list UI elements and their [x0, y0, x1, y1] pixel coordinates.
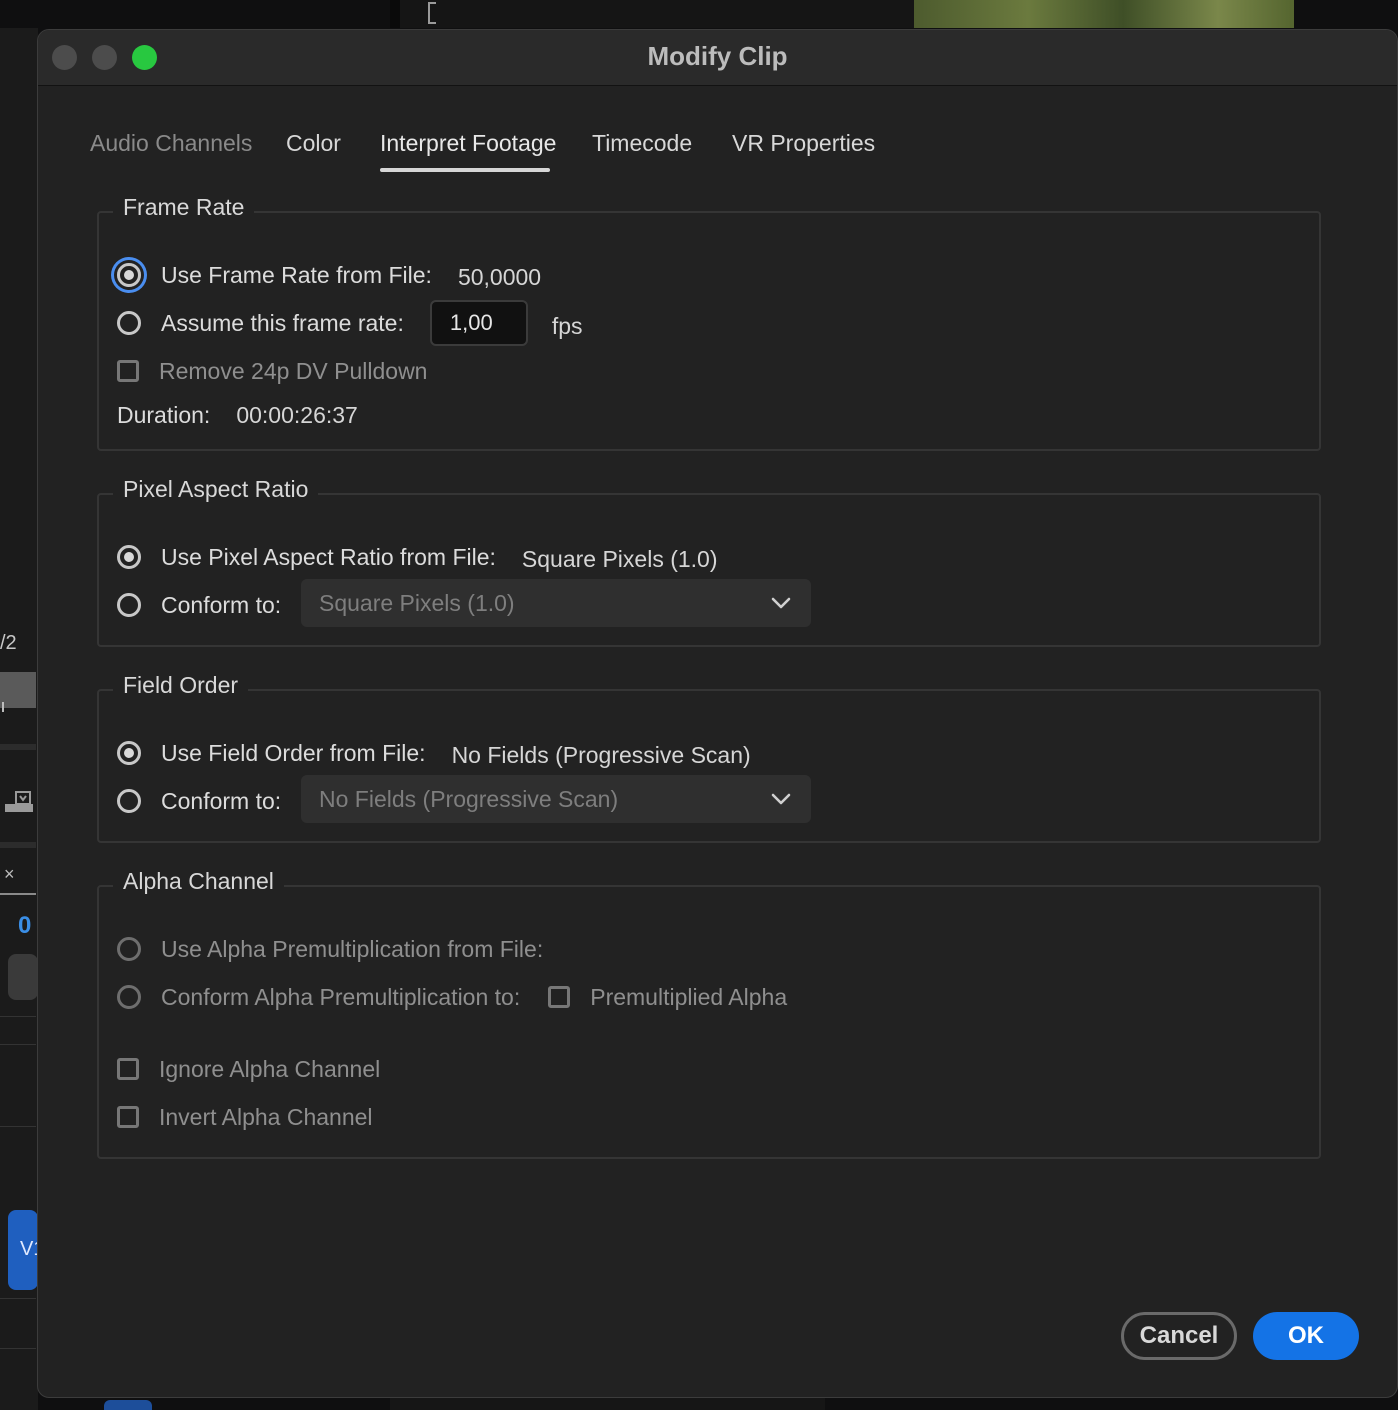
pulldown-row: Remove 24p DV Pulldown: [117, 353, 427, 389]
par-conform-label[interactable]: Conform to:: [161, 592, 281, 619]
export-frame-icon[interactable]: [4, 790, 34, 814]
frame-rate-group: Frame Rate Use Frame Rate from File: 50,…: [97, 194, 1321, 451]
tab-color[interactable]: Color: [286, 130, 341, 157]
background-divider: [0, 842, 36, 848]
background-page-indicator: /2: [0, 632, 17, 654]
par-file-value: Square Pixels (1.0): [521, 545, 718, 572]
background-in-point-marker: [428, 2, 436, 24]
dialog-title: Modify Clip: [647, 41, 788, 71]
background-timecode: 0: [18, 912, 32, 939]
background-divider: [0, 1016, 36, 1017]
par-from-file-radio[interactable]: [117, 545, 141, 569]
par-conform-dropdown-value: Square Pixels (1.0): [319, 589, 515, 616]
frame-rate-legend: Frame Rate: [113, 194, 255, 221]
remove-pulldown-label: Remove 24p DV Pulldown: [159, 357, 428, 384]
ignore-alpha-row: Ignore Alpha Channel: [117, 1051, 380, 1087]
premultiplied-alpha-checkbox[interactable]: [548, 986, 571, 1008]
background-divider: [0, 1044, 36, 1045]
duration-value: 00:00:26:37: [236, 401, 358, 428]
assume-frame-rate-label[interactable]: Assume this frame rate:: [161, 310, 404, 337]
premultiplied-alpha-label: Premultiplied Alpha: [590, 983, 788, 1010]
ok-button[interactable]: OK: [1253, 1312, 1359, 1360]
background-divider: [0, 1126, 36, 1127]
par-from-file-label[interactable]: Use Pixel Aspect Ratio from File:: [161, 544, 496, 571]
cancel-button[interactable]: Cancel: [1121, 1312, 1237, 1360]
alpha-channel-legend: Alpha Channel: [113, 868, 284, 895]
field-order-group: Field Order Use Field Order from File: N…: [97, 672, 1321, 843]
alpha-from-file-radio[interactable]: [117, 937, 141, 961]
duration-label: Duration:: [117, 401, 211, 428]
field-order-from-file-label[interactable]: Use Field Order from File:: [161, 740, 426, 767]
chevron-down-icon: [771, 597, 791, 609]
field-order-conform-label[interactable]: Conform to:: [161, 788, 281, 815]
alpha-conform-label: Conform Alpha Premultiplication to:: [161, 983, 521, 1010]
invert-alpha-row: Invert Alpha Channel: [117, 1099, 373, 1135]
tab-interpret-footage[interactable]: Interpret Footage: [380, 130, 556, 157]
fps-unit-label: fps: [551, 312, 583, 339]
background-settings-button[interactable]: [8, 954, 38, 1000]
active-tab-indicator: [380, 168, 550, 172]
background-tick-mark: [2, 702, 4, 712]
background-program-monitor: [390, 0, 915, 28]
tab-timecode[interactable]: Timecode: [592, 130, 692, 157]
background-clip-thumbnail: [0, 672, 36, 708]
invert-alpha-checkbox[interactable]: [117, 1106, 139, 1128]
duration-row: Duration: 00:00:26:37: [117, 397, 358, 433]
close-icon[interactable]: ×: [4, 864, 15, 885]
par-from-file-row: Use Pixel Aspect Ratio from File: Square…: [117, 539, 718, 575]
ignore-alpha-checkbox[interactable]: [117, 1058, 139, 1080]
assume-frame-rate-row: Assume this frame rate: 1,00 fps: [117, 300, 583, 346]
tab-audio-channels[interactable]: Audio Channels: [90, 130, 252, 157]
par-conform-row: Conform to:: [117, 587, 281, 623]
background-divider: [0, 1348, 36, 1349]
invert-alpha-label: Invert Alpha Channel: [159, 1103, 373, 1130]
alpha-from-file-label: Use Alpha Premultiplication from File:: [161, 935, 544, 962]
modify-clip-dialog: Modify Clip Audio Channels Color Interpr…: [37, 29, 1398, 1398]
chevron-down-icon: [771, 793, 791, 805]
background-divider: [0, 1298, 36, 1299]
frame-rate-file-value: 50,0000: [457, 263, 542, 290]
par-conform-dropdown[interactable]: Square Pixels (1.0): [301, 579, 811, 627]
frame-rate-from-file-radio[interactable]: [117, 263, 141, 287]
alpha-channel-group: Alpha Channel Use Alpha Premultiplicatio…: [97, 868, 1321, 1159]
assume-frame-rate-radio[interactable]: [117, 311, 141, 335]
field-order-legend: Field Order: [113, 672, 249, 699]
tab-vr-properties[interactable]: VR Properties: [732, 130, 875, 157]
field-order-conform-dropdown[interactable]: No Fields (Progressive Scan): [301, 775, 811, 823]
background-tab-underline: [0, 893, 36, 895]
pixel-aspect-ratio-group: Pixel Aspect Ratio Use Pixel Aspect Rati…: [97, 476, 1321, 647]
field-order-from-file-radio[interactable]: [117, 741, 141, 765]
frame-rate-from-file-row: Use Frame Rate from File: 50,0000: [117, 257, 541, 293]
pixel-aspect-ratio-legend: Pixel Aspect Ratio: [113, 476, 319, 503]
background-divider: [0, 744, 36, 750]
background-video-track-toggle[interactable]: V1: [8, 1210, 38, 1290]
ignore-alpha-label: Ignore Alpha Channel: [159, 1055, 381, 1082]
alpha-from-file-row: Use Alpha Premultiplication from File:: [117, 931, 543, 967]
field-order-from-file-row: Use Field Order from File: No Fields (Pr…: [117, 735, 751, 771]
dialog-titlebar: Modify Clip: [38, 30, 1397, 86]
frame-rate-input[interactable]: 1,00: [429, 300, 528, 346]
field-order-conform-row: Conform to:: [117, 783, 281, 819]
background-left-panel: [0, 28, 38, 1410]
field-order-conform-radio[interactable]: [117, 789, 141, 813]
alpha-conform-radio[interactable]: [117, 985, 141, 1009]
remove-pulldown-checkbox[interactable]: [117, 360, 139, 382]
background-video-thumbnail: [914, 0, 1294, 28]
frame-rate-from-file-label[interactable]: Use Frame Rate from File:: [161, 262, 432, 289]
background-timeline-panel: [390, 1398, 825, 1410]
background-track-button[interactable]: [104, 1400, 152, 1410]
field-order-conform-dropdown-value: No Fields (Progressive Scan): [319, 785, 619, 812]
field-order-file-value: No Fields (Progressive Scan): [451, 741, 751, 768]
par-conform-radio[interactable]: [117, 593, 141, 617]
alpha-conform-row: Conform Alpha Premultiplication to: Prem…: [117, 979, 787, 1015]
